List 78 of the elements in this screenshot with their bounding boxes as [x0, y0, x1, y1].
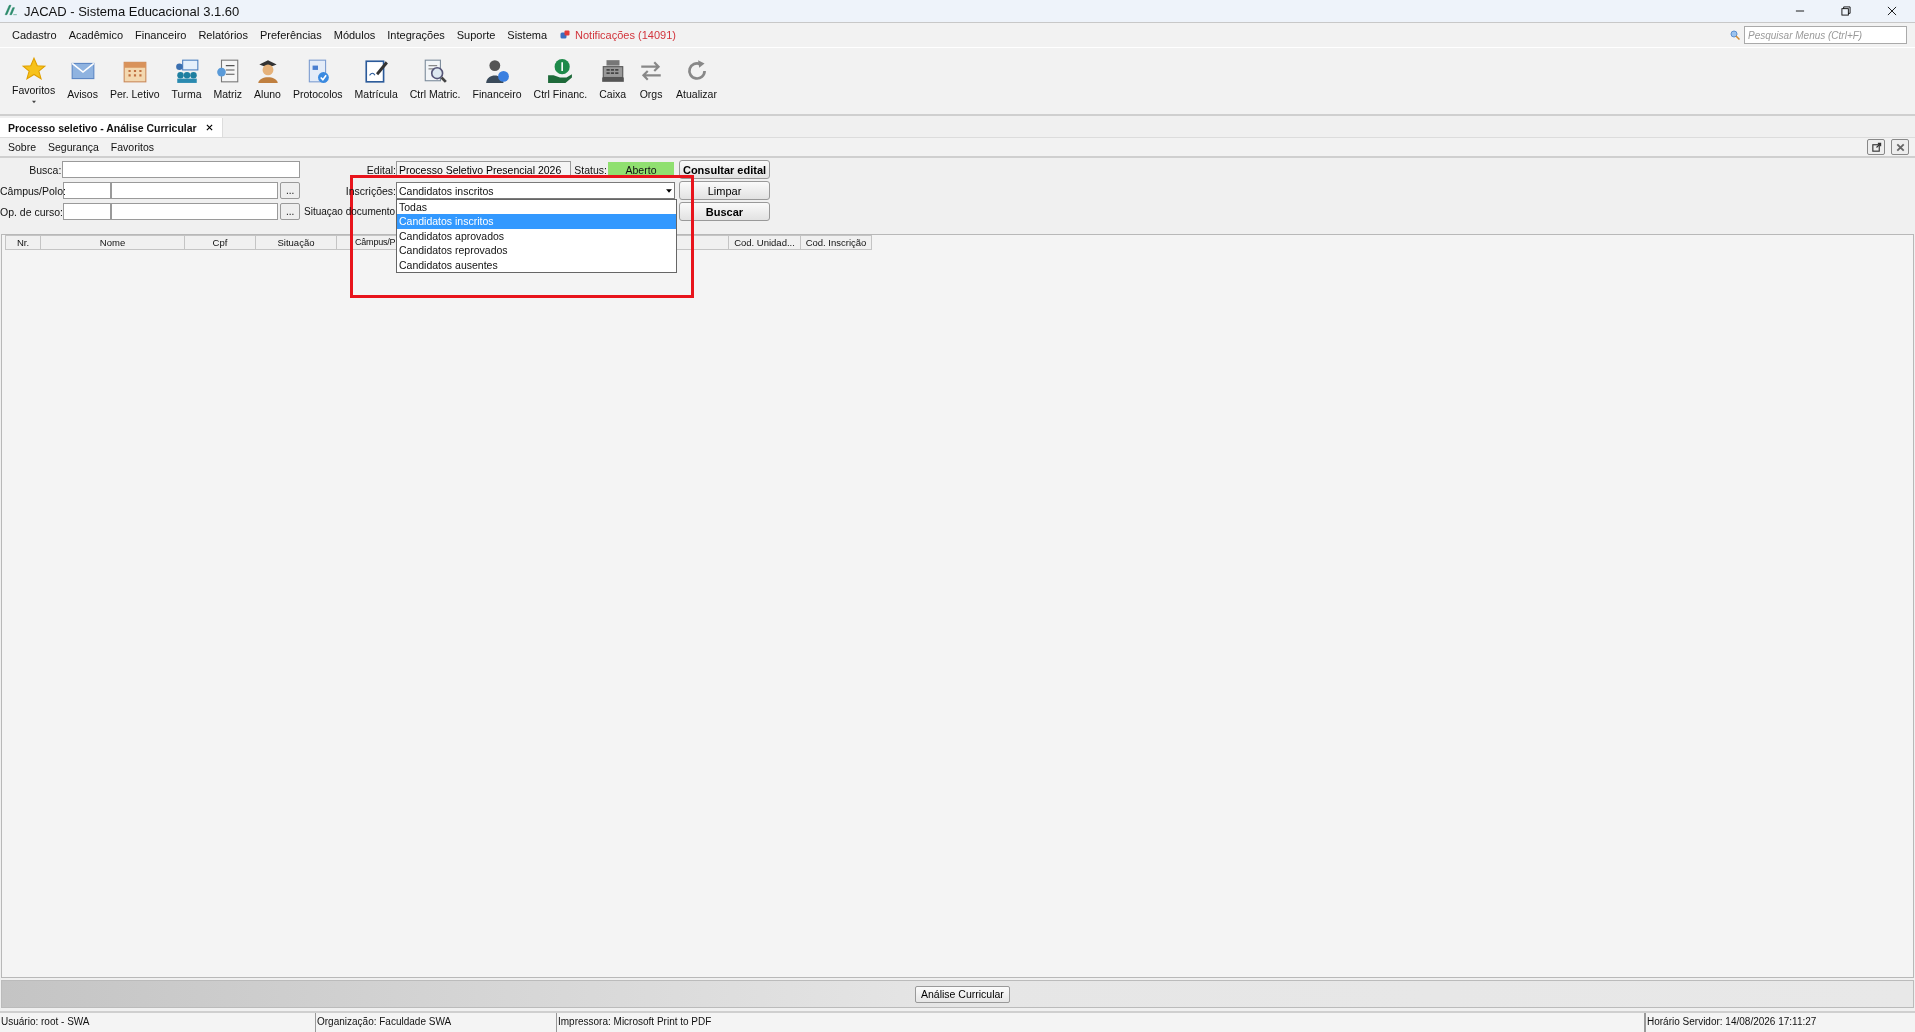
notification-icon: [559, 29, 572, 41]
curricular-analysis-button[interactable]: Análise Curricular: [915, 985, 1010, 1003]
column-header[interactable]: Nr.: [5, 235, 41, 250]
person-icon: [484, 58, 511, 84]
toolbar-button[interactable]: Ctrl Matric.: [403, 52, 467, 110]
window-title: JACAD - Sistema Educacional 3.1.60: [24, 3, 240, 19]
field-label: Status:: [573, 163, 608, 176]
menu-search-field[interactable]: Pesquisar Menus (Ctrl+F): [1744, 26, 1907, 44]
code-field[interactable]: [63, 182, 111, 199]
restore-icon: [1839, 4, 1853, 18]
cash-register-icon: [599, 58, 626, 84]
column-header[interactable]: Cod. Unidad...: [729, 235, 801, 250]
close-icon: [1894, 141, 1906, 153]
menu-item[interactable]: Preferências: [253, 29, 328, 41]
column-header[interactable]: Situação: [256, 235, 337, 250]
browse-button[interactable]: ...: [280, 182, 300, 199]
toolbar-button[interactable]: Per. Letivo: [103, 52, 166, 110]
field-label: Busca:: [28, 163, 63, 176]
toolbar-button[interactable]: Favoritos: [6, 52, 62, 110]
menu-item[interactable]: Segurança: [42, 141, 105, 153]
detach-button[interactable]: [1867, 139, 1885, 155]
toolbar-button[interactable]: Caixa: [593, 52, 633, 110]
field-label: Câmpus/Polo:: [0, 184, 63, 197]
notifications-link[interactable]: Notificações (14091): [575, 29, 676, 41]
clear-button[interactable]: Limpar: [679, 181, 770, 200]
status-text: Organização: Faculdade SWA: [316, 1013, 557, 1032]
toolbar-button[interactable]: Aluno: [248, 52, 287, 110]
menu-item[interactable]: Favoritos: [104, 141, 160, 153]
browse-button[interactable]: ...: [280, 203, 300, 220]
dropdown-option[interactable]: Candidatos aprovados: [397, 228, 676, 244]
dropdown-option[interactable]: Candidatos reprovados: [397, 243, 676, 258]
document-tab[interactable]: Processo seletivo - Análise Curricular: [0, 118, 223, 137]
menu-item[interactable]: Sistema: [501, 29, 554, 41]
name-field[interactable]: [111, 182, 279, 199]
search-button[interactable]: Buscar: [679, 202, 770, 221]
menu-item[interactable]: Suporte: [450, 29, 502, 41]
document-search-icon: [422, 58, 449, 84]
toolbar-button[interactable]: Financeiro: [466, 52, 528, 110]
logo-icon: [4, 2, 18, 17]
menu-item[interactable]: Integrações: [381, 29, 451, 41]
field-label: Op. de curso:: [0, 205, 63, 218]
field-label: Edital:: [365, 163, 396, 176]
status-text: Horário Servidor: 14/08/2026 17:11:27: [1645, 1013, 1915, 1032]
menu-item[interactable]: Sobre: [2, 141, 43, 153]
toolbar-button[interactable]: Avisos: [61, 52, 104, 110]
menu-item[interactable]: Módulos: [327, 29, 382, 41]
edit-icon: [363, 58, 390, 84]
query-button[interactable]: Consultar edital: [679, 160, 770, 179]
star-icon: [20, 56, 47, 82]
close-icon: [204, 123, 214, 132]
menu-item[interactable]: Financeiro: [129, 29, 193, 41]
document-icon: [214, 58, 241, 84]
menu-item[interactable]: Cadastro: [6, 29, 63, 41]
menu-item[interactable]: Acadêmico: [62, 29, 130, 41]
name-field[interactable]: [111, 203, 279, 220]
toolbar-button[interactable]: Orgs: [632, 52, 671, 110]
dropdown-option[interactable]: Todas: [397, 200, 676, 215]
toolbar-button[interactable]: Protocolos: [286, 52, 349, 110]
menu-item[interactable]: Relatórios: [192, 29, 254, 41]
external-window-icon: [1870, 141, 1882, 153]
toolbar-button[interactable]: Turma: [165, 52, 208, 110]
code-field[interactable]: [63, 203, 111, 220]
toolbar-button[interactable]: Atualizar: [670, 52, 723, 110]
close-icon: [1885, 4, 1899, 18]
status-text: Usuário: root - SWA: [0, 1013, 316, 1032]
toolbar-button[interactable]: Matriz: [207, 52, 249, 110]
money-hand-icon: [547, 58, 574, 84]
status-text: Impressora: Microsoft Print to PDF: [557, 1013, 1645, 1032]
toolbar-button[interactable]: Matrícula: [348, 52, 404, 110]
search-icon: [1729, 29, 1741, 41]
toolbar-button[interactable]: Ctrl Financ.: [527, 52, 594, 110]
column-header[interactable]: Cod. Inscrição: [801, 235, 872, 250]
people-icon: [173, 58, 200, 84]
column-header[interactable]: Nome: [41, 235, 185, 250]
dropdown-option[interactable]: Candidatos ausentes: [397, 257, 676, 272]
column-header[interactable]: Cpf: [185, 235, 256, 250]
close-panel-button[interactable]: [1891, 139, 1909, 155]
search-field[interactable]: [62, 161, 300, 178]
